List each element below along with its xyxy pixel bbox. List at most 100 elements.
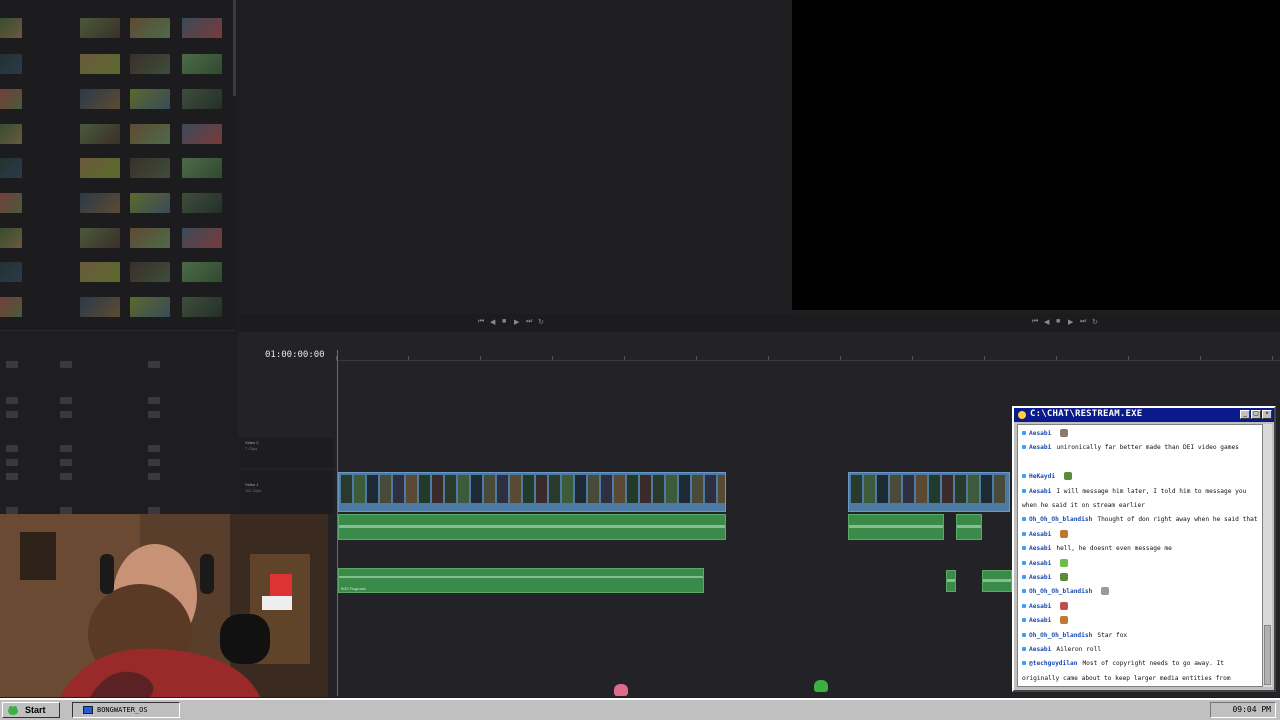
- clip-frame: [484, 475, 495, 503]
- clip-frame: [341, 475, 352, 503]
- chat-titlebar[interactable]: C:\CHAT\RESTREAM.EXE _ ▢ ×: [1014, 408, 1274, 422]
- clip-frame: [890, 475, 901, 503]
- audio-clip-label: SOG Frogs.wav: [341, 587, 366, 591]
- clip-frame: [510, 475, 521, 503]
- audio-clip-small[interactable]: [982, 570, 1012, 592]
- platform-icon: [1022, 488, 1026, 493]
- clip-frame: [549, 475, 560, 503]
- platform-icon: [1022, 647, 1026, 651]
- clip-frame: [406, 475, 417, 503]
- clip-frame: [994, 475, 1005, 503]
- chat-message: Aesabi hell, he doesnt even message me: [1022, 542, 1258, 556]
- clip-frame: [653, 475, 664, 503]
- clip-frame: [471, 475, 482, 503]
- audio-waveform: [339, 524, 725, 528]
- chat-username: Aesabi: [1029, 574, 1052, 581]
- chat-message: Aesabi: [1022, 528, 1258, 542]
- chat-emote-icon: [1060, 429, 1069, 437]
- platform-icon: [1022, 431, 1026, 435]
- audio-clip-small[interactable]: [946, 570, 956, 592]
- clip-frame: [458, 475, 469, 503]
- audio-waveform: [339, 576, 703, 578]
- clip-frame: [562, 475, 573, 503]
- close-button[interactable]: ×: [1262, 410, 1272, 419]
- platform-icon: [1022, 575, 1026, 579]
- audio-waveform: [983, 579, 1011, 582]
- chat-username: Oh_Oh_Oh_blandish: [1029, 631, 1093, 639]
- chat-window[interactable]: C:\CHAT\RESTREAM.EXE _ ▢ × Aesabi Aesabi u…: [1012, 406, 1276, 692]
- taskbar-item-bongwater-os[interactable]: BONGWATER_OS: [72, 702, 180, 718]
- chat-text: hell, he doesnt even message me: [1056, 545, 1172, 553]
- clip-frame: [916, 475, 927, 503]
- chat-message: Aesabi: [1022, 571, 1258, 585]
- chat-text: unironically far better made than DEI vi…: [1056, 444, 1239, 452]
- chat-username: Aesabi: [1029, 530, 1052, 538]
- chat-scroll-thumb[interactable]: [1264, 625, 1271, 685]
- start-button[interactable]: Start: [2, 702, 60, 718]
- start-label: Start: [25, 705, 46, 715]
- video-clip-group-a[interactable]: [338, 472, 726, 512]
- chat-username: Aesabi: [1029, 646, 1052, 653]
- chat-username: Oh_Oh_Oh_blandish: [1029, 588, 1093, 596]
- chat-window-title: C:\CHAT\RESTREAM.EXE: [1030, 409, 1143, 419]
- chat-username: Aesabi: [1029, 559, 1052, 567]
- platform-icon: [1022, 618, 1026, 623]
- chat-scrollbar[interactable]: [1263, 424, 1272, 687]
- clip-frame: [718, 475, 725, 503]
- clip-frame: [942, 475, 953, 503]
- audio-clip-group-b[interactable]: [848, 514, 944, 540]
- frog-marker-icon: [614, 684, 628, 696]
- system-tray: 09:04 PM: [1210, 702, 1276, 718]
- platform-icon: [1022, 546, 1026, 551]
- webcam-overlay: [0, 514, 328, 697]
- clip-frame: [445, 475, 456, 503]
- chat-message-list[interactable]: Aesabi Aesabi unironically far better made…: [1017, 424, 1263, 687]
- clock: 09:04 PM: [1232, 705, 1271, 714]
- chat-message: Aesabi: [1022, 614, 1258, 628]
- clip-frame: [903, 475, 914, 503]
- chat-emote-icon: [1060, 573, 1069, 581]
- audio-clip-group-a[interactable]: [338, 514, 726, 540]
- chat-emote-icon: [1060, 616, 1069, 625]
- chat-emote-icon: [1101, 587, 1110, 596]
- chat-message: @techguydilan Most of copyright needs to …: [1022, 657, 1258, 686]
- clip-frame: [497, 475, 508, 503]
- maximize-button[interactable]: ▢: [1251, 410, 1261, 419]
- clip-frame: [380, 475, 391, 503]
- chat-text: Star fox: [1097, 631, 1128, 639]
- clip-frame: [666, 475, 677, 503]
- clip-frame: [432, 475, 443, 503]
- clip-frame: [419, 475, 430, 503]
- audio-waveform: [849, 524, 943, 528]
- audio-clip-group-c[interactable]: [956, 514, 982, 540]
- clip-frame: [588, 475, 599, 503]
- platform-icon: [1022, 474, 1026, 479]
- audio-clip-music[interactable]: SOG Frogs.wav: [338, 568, 704, 593]
- taskbar: Start BONGWATER_OS 09:04 PM: [0, 698, 1280, 720]
- chat-emote-icon: [1060, 558, 1069, 567]
- clip-frame: [367, 475, 378, 503]
- clip-frame: [393, 475, 404, 503]
- frog-marker-icon: [814, 680, 828, 692]
- clip-frame: [968, 475, 979, 503]
- video-clip-group-b[interactable]: [848, 472, 1010, 512]
- clip-frame: [614, 475, 625, 503]
- chat-emote-icon: [1060, 529, 1069, 538]
- audio-waveform: [947, 579, 955, 582]
- minimize-button[interactable]: _: [1240, 410, 1250, 419]
- platform-icon: [1022, 560, 1026, 565]
- clip-frame: [575, 475, 586, 503]
- chat-text: I will message him later, I told him to …: [1022, 487, 1247, 509]
- chat-message: HeKaydi: [1022, 470, 1258, 484]
- chat-message: Oh_Oh_Oh_blandish Star fox: [1022, 629, 1258, 643]
- clip-frame: [679, 475, 690, 503]
- clip-frame: [523, 475, 534, 503]
- chat-message: Aesabi Aileron roll: [1022, 643, 1258, 657]
- chat-username: @techguydilan: [1029, 660, 1078, 668]
- chat-text: Aileron roll: [1056, 646, 1102, 653]
- platform-icon: [1022, 632, 1026, 637]
- chat-username: Aesabi: [1029, 617, 1052, 625]
- window-icon: [83, 706, 93, 714]
- platform-icon: [1022, 661, 1026, 666]
- timeline-playhead[interactable]: [337, 350, 338, 696]
